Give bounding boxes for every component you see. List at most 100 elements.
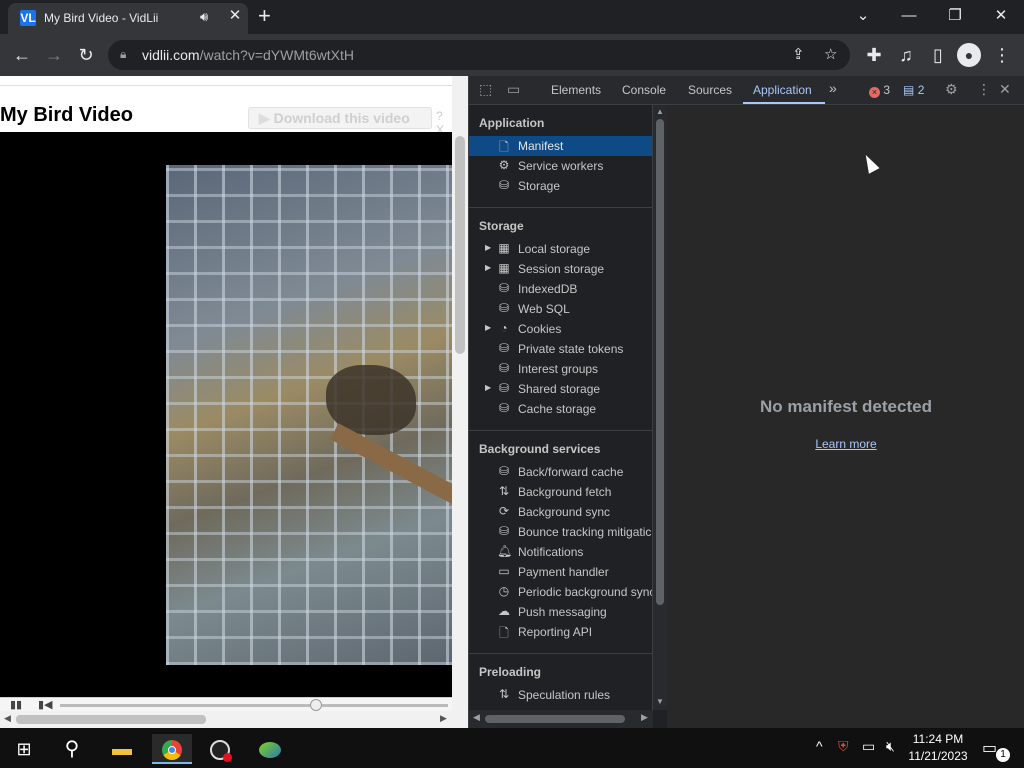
section-header-storage[interactable]: Storage — [479, 219, 524, 233]
forward-icon[interactable]: → — [42, 43, 66, 67]
sidebar-item-back-forward-cache[interactable]: ⛁ Back/forward cache — [469, 462, 652, 482]
file-explorer-icon[interactable]: ▬ — [102, 734, 142, 764]
video-player[interactable] — [0, 132, 452, 697]
sidebar-horizontal-scrollbar[interactable]: ◀ ▶ — [469, 710, 653, 728]
tab-close-icon[interactable]: ✕ — [226, 7, 244, 25]
sidebar-scroll-thumb[interactable] — [656, 119, 664, 605]
scroll-up-icon[interactable]: ▲ — [656, 107, 664, 116]
scroll-down-icon[interactable]: ▼ — [656, 697, 664, 706]
network-icon[interactable]: ▭ — [862, 738, 875, 755]
download-video-button[interactable]: ▶ Download this video — [248, 107, 432, 129]
minimize-button[interactable]: — — [886, 4, 932, 30]
extensions-icon[interactable]: ✚ — [862, 43, 886, 67]
lock-icon[interactable]: 🔒︎ — [120, 47, 126, 62]
media-controls-icon[interactable]: ♫ — [894, 43, 918, 67]
sidebar-item-notifications[interactable]: 🔔︎ Notifications — [469, 542, 652, 562]
device-toolbar-icon[interactable]: ▭ — [507, 81, 520, 98]
skip-icon[interactable]: ▮◀ — [38, 698, 53, 711]
sidebar-hscroll-thumb[interactable] — [485, 715, 625, 723]
sidebar-item-background-fetch[interactable]: ⇅ Background fetch — [469, 482, 652, 502]
sidebar-item-background-sync[interactable]: ⟳ Background sync — [469, 502, 652, 522]
section-header-preloading[interactable]: Preloading — [479, 665, 541, 679]
bookmark-star-icon[interactable]: ☆ — [824, 45, 837, 63]
app-globe-icon[interactable] — [250, 734, 290, 764]
tab-search-icon[interactable]: ⌄ — [840, 4, 886, 30]
tab-console[interactable]: Console — [622, 83, 666, 97]
sidebar-item-shared-storage[interactable]: ▶ ⛁ Shared storage — [469, 379, 652, 399]
devtools-menu-icon[interactable]: ⋮ — [977, 81, 991, 98]
back-icon[interactable]: ← — [10, 43, 34, 67]
restore-button[interactable]: ❐ — [932, 4, 978, 30]
more-tabs-icon[interactable]: » — [829, 80, 837, 96]
page-vertical-scrollbar[interactable] — [452, 76, 468, 711]
close-devtools-icon[interactable]: ✕ — [999, 81, 1011, 98]
section-header-application[interactable]: Application — [479, 116, 544, 130]
empty-state-message: No manifest detected — [760, 397, 932, 416]
expand-arrow-icon[interactable]: ▶ — [485, 323, 491, 332]
share-icon[interactable]: ⇪ — [792, 45, 805, 63]
tab-elements[interactable]: Elements — [551, 83, 601, 97]
expand-arrow-icon[interactable]: ▶ — [485, 383, 491, 392]
close-window-button[interactable]: ✕ — [978, 4, 1024, 30]
learn-more-link[interactable]: Learn more — [667, 437, 1024, 451]
page-horizontal-scrollbar[interactable]: ◀ ▶ — [0, 711, 468, 728]
expand-arrow-icon[interactable]: ▶ — [485, 243, 491, 252]
address-bar[interactable]: 🔒︎ vidlii.com/watch?v=dYWMt6wtXtH ⇪ ☆ — [108, 40, 850, 70]
sidebar-scroll-left-icon[interactable]: ◀ — [473, 712, 480, 723]
section-header-background[interactable]: Background services — [479, 442, 600, 456]
sidebar-item-speculation-rules[interactable]: ⇅ Speculation rules — [469, 685, 652, 705]
sidebar-item-storage[interactable]: ⛁ Storage — [469, 176, 652, 196]
message-count-badge[interactable]: ▤ 2 — [903, 83, 924, 97]
scroll-left-icon[interactable]: ◀ — [4, 713, 11, 724]
sidebar-item-session-storage[interactable]: ▶ ▦ Session storage — [469, 259, 652, 279]
volume-muted-icon[interactable]: 🔇︎ — [886, 738, 895, 755]
speaker-icon[interactable]: 🔊︎ — [200, 9, 208, 25]
security-shield-icon[interactable]: ⛨ — [838, 738, 849, 755]
horizontal-scroll-thumb[interactable] — [16, 715, 206, 724]
menu-kebab-icon[interactable]: ⋮ — [990, 43, 1014, 67]
sidebar-item-cookies[interactable]: ▶ ◔ Cookies — [469, 319, 652, 339]
seek-knob[interactable] — [310, 699, 322, 711]
new-tab-button[interactable]: + — [258, 4, 271, 28]
vertical-scroll-thumb[interactable] — [455, 136, 465, 354]
sidebar-item-indexeddb[interactable]: ⛁ IndexedDB — [469, 279, 652, 299]
sidebar-item-reporting-api[interactable]: 🗋 Reporting API — [469, 622, 652, 642]
chrome-taskbar-icon[interactable] — [152, 734, 192, 764]
tab-application[interactable]: Application — [753, 83, 812, 97]
side-panel-icon[interactable]: ▯ — [926, 43, 950, 67]
sidebar-item-periodic-background-sync[interactable]: ◷ Periodic background sync — [469, 582, 652, 602]
tray-overflow-icon[interactable]: ^ — [816, 738, 823, 754]
system-clock[interactable]: 11:24 PM 11/21/2023 — [906, 731, 970, 765]
sidebar-item-label: Speculation rules — [518, 688, 611, 702]
url-text[interactable]: vidlii.com/watch?v=dYWMt6wtXtH — [142, 47, 354, 63]
windows-start-icon[interactable]: ⊞ — [4, 734, 44, 764]
error-count-badge[interactable]: × 3 — [869, 83, 890, 98]
sidebar-item-private-state-tokens[interactable]: ⛁ Private state tokens — [469, 339, 652, 359]
sidebar-item-push-messaging[interactable]: ☁ Push messaging — [469, 602, 652, 622]
sidebar-item-web-sql[interactable]: ⛁ Web SQL — [469, 299, 652, 319]
tab-sources[interactable]: Sources — [688, 83, 732, 97]
sidebar-item-interest-groups[interactable]: ⛁ Interest groups — [469, 359, 652, 379]
expand-arrow-icon[interactable]: ▶ — [485, 263, 491, 272]
sidebar-vertical-scrollbar[interactable]: ▲ ▼ — [653, 105, 667, 710]
inspect-element-icon[interactable]: ⬚ — [479, 81, 492, 98]
profile-avatar-icon[interactable]: ● — [957, 43, 981, 67]
sidebar-scroll-right-icon[interactable]: ▶ — [641, 712, 648, 723]
sidebar-item-bounce-tracking-mitigatic[interactable]: ⛁ Bounce tracking mitigatic — [469, 522, 652, 542]
browser-tab[interactable]: VL My Bird Video - VidLii 🔊︎ ✕ — [8, 3, 248, 34]
help-icon[interactable]: ? X — [436, 109, 450, 137]
scroll-right-icon[interactable]: ▶ — [440, 713, 447, 724]
play-pause-icon[interactable]: ▮▮ — [10, 698, 22, 711]
settings-gear-icon[interactable]: ⚙ — [945, 81, 958, 98]
browser-toolbar: ← → ↻ 🔒︎ vidlii.com/watch?v=dYWMt6wtXtH … — [0, 34, 1024, 76]
sidebar-item-local-storage[interactable]: ▶ ▦ Local storage — [469, 239, 652, 259]
sidebar-item-service-workers[interactable]: ⚙ Service workers — [469, 156, 652, 176]
reload-icon[interactable]: ↻ — [74, 43, 98, 67]
sidebar-item-payment-handler[interactable]: ▭ Payment handler — [469, 562, 652, 582]
notification-center-icon[interactable]: ▭ — [982, 738, 997, 758]
search-icon[interactable]: ⚲ — [52, 734, 92, 764]
obs-recorder-icon[interactable] — [200, 734, 240, 764]
seek-bar[interactable] — [60, 704, 448, 707]
sidebar-item-cache-storage[interactable]: ⛁ Cache storage — [469, 399, 652, 419]
sidebar-item-manifest[interactable]: 🗋 Manifest — [469, 136, 652, 156]
